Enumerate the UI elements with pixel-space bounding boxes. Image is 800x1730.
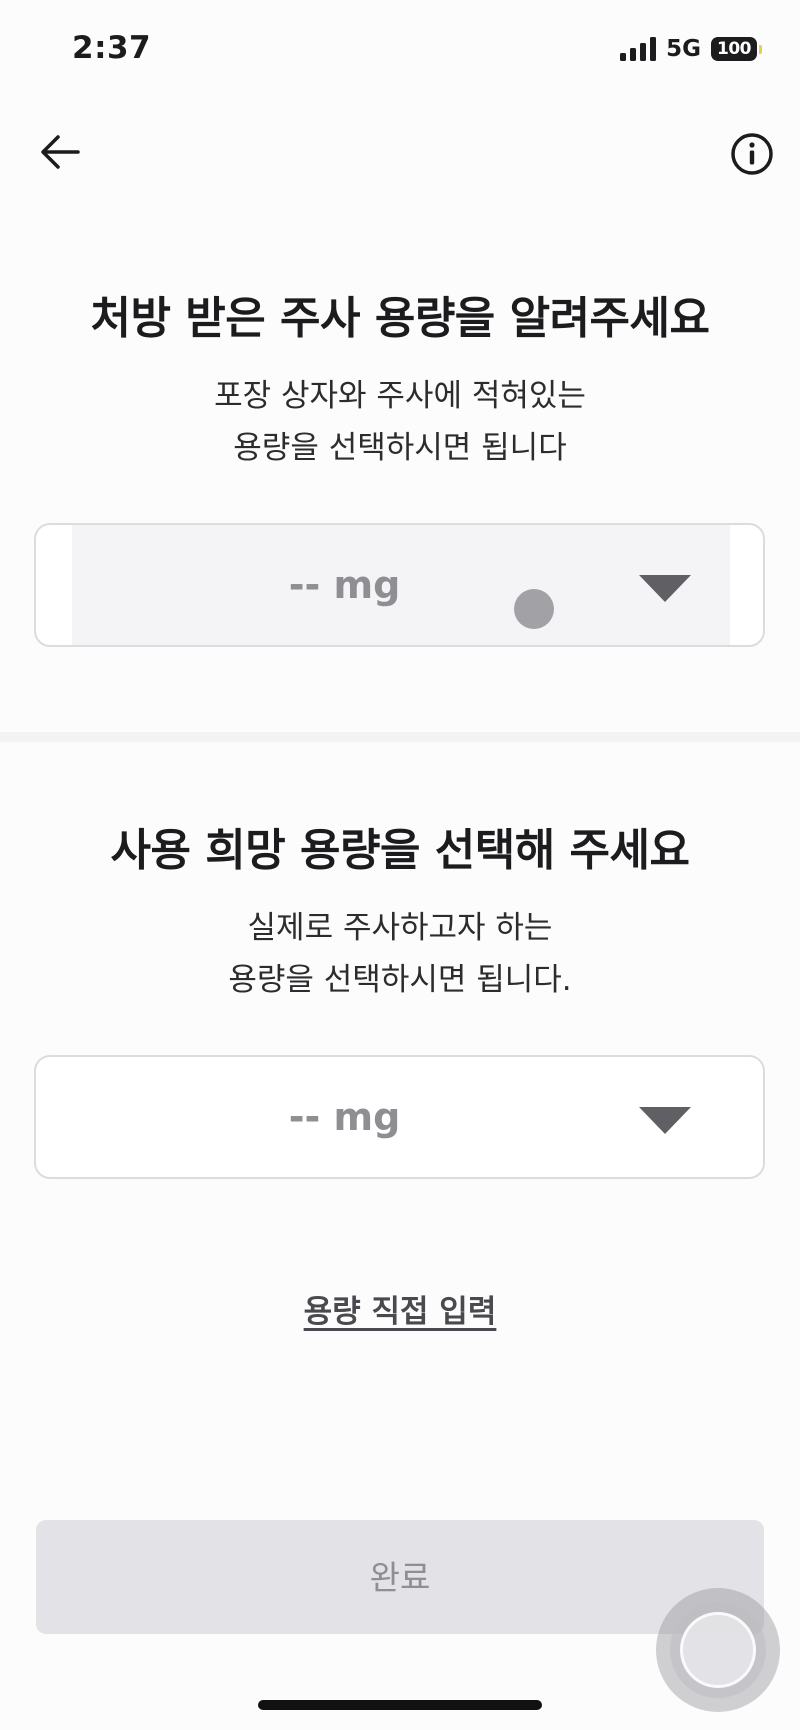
prescribed-dose-description: 포장 상자와 주사에 적혀있는 용량을 선택하시면 됩니다 [0, 370, 800, 474]
network-label: 5G [666, 36, 701, 62]
prescribed-dose-title: 처방 받은 주사 용량을 알려주세요 [90, 293, 711, 344]
done-button[interactable]: 완료 [36, 1520, 764, 1634]
caret-down-icon [639, 1107, 691, 1134]
battery-level: 100 [717, 39, 752, 59]
assistive-touch-ring [670, 1602, 766, 1698]
prescribed-desc-line2: 용량을 선택하시면 됩니다 [233, 430, 567, 466]
touch-indicator [514, 589, 554, 629]
status-indicators: 5G 100 [620, 36, 762, 62]
info-button[interactable] [728, 130, 776, 178]
back-button[interactable] [36, 128, 84, 176]
status-time: 2:37 [72, 30, 152, 66]
prescribed-desc-line1: 포장 상자와 주사에 적혀있는 [214, 378, 586, 414]
status-bar: 2:37 5G 100 [0, 0, 800, 100]
desired-dose-description: 실제로 주사하고자 하는 용량을 선택하시면 됩니다. [0, 902, 800, 1006]
battery-icon: 100 [711, 37, 757, 61]
assistive-touch-core [680, 1612, 756, 1688]
desired-desc-line2: 용량을 선택하시면 됩니다. [228, 962, 572, 998]
assistive-touch-button[interactable] [656, 1588, 780, 1712]
caret-down-icon [639, 575, 691, 602]
desired-dose-select[interactable]: -- mg [34, 1055, 765, 1179]
section-divider [0, 732, 800, 742]
signal-icon [620, 37, 657, 61]
prescribed-dose-select[interactable]: -- mg [34, 523, 765, 647]
manual-dose-input-link[interactable]: 용량 직접 입력 [0, 1286, 800, 1331]
screen: 2:37 5G 100 처방 받은 주사 용량을 알려주세요 포장 상자와 주사… [0, 0, 800, 1730]
info-circle-icon [731, 133, 773, 175]
desired-dose-title: 사용 희망 용량을 선택해 주세요 [110, 825, 690, 876]
desired-desc-line1: 실제로 주사하고자 하는 [247, 910, 553, 946]
arrow-left-icon [41, 135, 80, 169]
home-indicator[interactable] [258, 1700, 542, 1710]
battery-nub [759, 44, 762, 54]
